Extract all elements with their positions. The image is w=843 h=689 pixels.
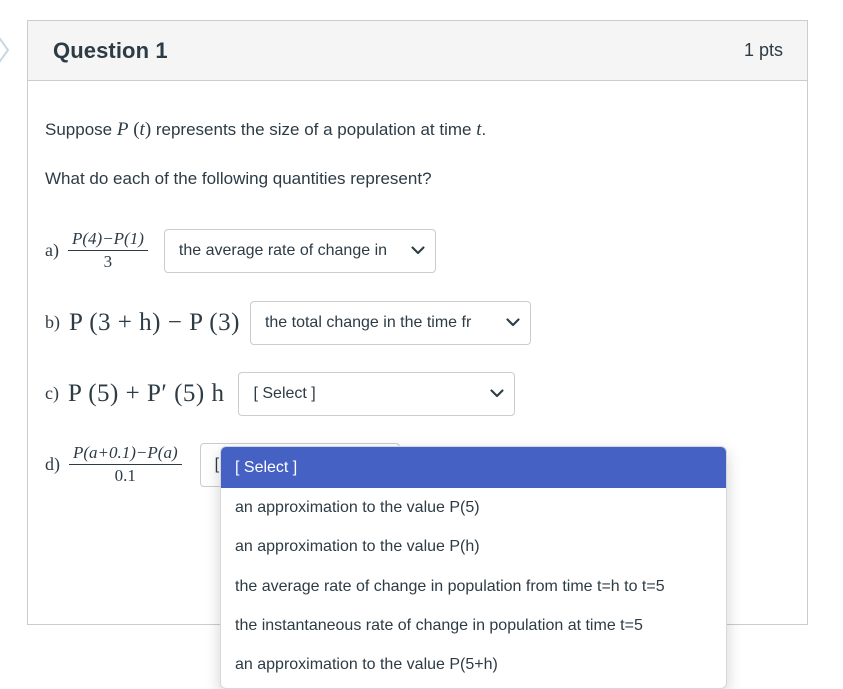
select-answer-c-value: [ Select ]	[253, 384, 316, 402]
select-answer-a[interactable]: the average rate of change in	[163, 228, 436, 273]
dropdown-options-list[interactable]: [ Select ] an approximation to the value…	[220, 446, 727, 689]
dropdown-option-3[interactable]: the average rate of change in population…	[221, 567, 726, 606]
expression-b: P (3 + h) − P (3)	[69, 308, 240, 336]
select-answer-a-value: the average rate of change in	[178, 241, 388, 259]
prompt-period: .	[481, 120, 487, 139]
answer-row-b: b) P (3 + h) − P (3) the total change in…	[45, 300, 782, 345]
answer-row-c: c) P (5) + P′ (5) h [ Select ]	[45, 371, 782, 416]
page-title: Question 1	[53, 37, 168, 63]
chevron-down-icon	[490, 385, 505, 403]
fraction-numerator-a: P(4)−P(1)	[71, 229, 144, 249]
fraction-denominator-d: 0.1	[69, 464, 182, 486]
prompt-text-before: Suppose	[45, 120, 117, 139]
dropdown-option-2[interactable]: an approximation to the value P(h)	[221, 527, 726, 566]
fraction-numerator-d: P(a+0.1)−P(a)	[73, 443, 178, 463]
select-answer-b[interactable]: the total change in the time fr	[249, 300, 531, 345]
dropdown-option-4[interactable]: the instantaneous rate of change in popu…	[221, 606, 726, 645]
prompt-text-after: represents the size of a population at t…	[151, 120, 477, 139]
expression-c: P (5) + P′ (5) h	[67, 379, 225, 407]
dropdown-option-5[interactable]: an approximation to the value P(5+h)	[221, 645, 726, 684]
math-paren-open: (	[128, 119, 140, 140]
math-var-P: P	[116, 119, 129, 140]
dropdown-option-0[interactable]: [ Select ]	[221, 447, 726, 489]
fraction-denominator-a: 3	[67, 250, 148, 272]
answer-row-a: a) P(4)−P(1) 3 the average rate of chang…	[45, 228, 782, 273]
select-answer-b-value: the total change in the time fr	[264, 313, 472, 331]
chevron-down-icon	[411, 242, 425, 260]
prompt-line-1: Suppose P (t) represents the size of a p…	[45, 115, 782, 144]
chevron-right-icon	[0, 28, 13, 72]
chevron-down-icon	[506, 314, 520, 332]
dropdown-option-1[interactable]: an approximation to the value P(5)	[221, 488, 726, 527]
question-points: 1 pts	[743, 40, 783, 60]
expression-a: P(4)−P(1) 3	[67, 229, 148, 272]
select-answer-c[interactable]: [ Select ]	[238, 371, 516, 416]
answer-label-c: c)	[45, 383, 59, 404]
answer-label-b: b)	[45, 312, 60, 333]
prompt-line-2: What do each of the following quantities…	[45, 169, 432, 189]
answer-label-a: a)	[45, 240, 59, 261]
question-header: Question 1 1 pts	[28, 21, 807, 81]
answer-label-d: d)	[45, 454, 60, 475]
expression-d: P(a+0.1)−P(a) 0.1	[69, 443, 182, 486]
